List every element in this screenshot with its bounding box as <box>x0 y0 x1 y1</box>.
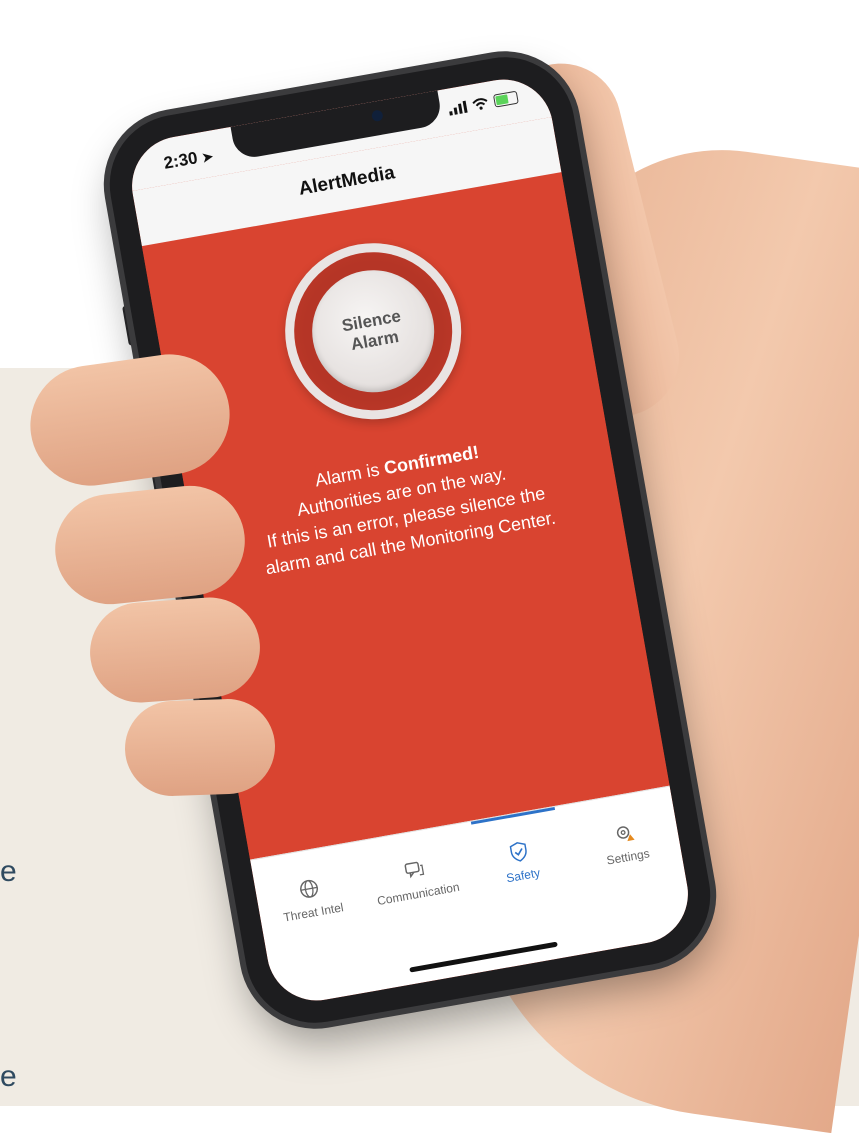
tab-label: Safety <box>505 865 542 886</box>
silence-alarm-button[interactable]: Silence Alarm <box>302 260 444 402</box>
status-time: 2:30 ➤ <box>162 148 215 173</box>
silence-alarm-label: Silence Alarm <box>340 305 403 355</box>
alarm-ring-inner: Silence Alarm <box>281 239 465 423</box>
edge-text-fragment: e <box>0 1060 17 1093</box>
tab-threat-intel[interactable]: Threat Intel <box>251 848 370 949</box>
hand-finger <box>123 697 277 798</box>
gear-warning-icon <box>616 826 635 842</box>
tab-settings[interactable]: Settings <box>566 793 685 894</box>
tab-label: Settings <box>605 846 651 868</box>
signal-icon <box>448 100 468 116</box>
alarm-ring: Silence Alarm <box>271 229 476 434</box>
chat-icon <box>404 861 424 879</box>
front-camera <box>370 109 384 123</box>
wifi-icon <box>472 97 488 110</box>
shield-check-icon <box>509 842 528 862</box>
nav-title: AlertMedia <box>297 162 397 200</box>
battery-charging-icon <box>492 90 519 108</box>
status-icons <box>448 90 519 116</box>
edge-text-fragment: e <box>0 855 17 888</box>
tab-safety[interactable]: Safety <box>461 811 580 912</box>
tab-label: Threat Intel <box>282 900 345 925</box>
tab-label: Communication <box>376 879 461 909</box>
tab-communication[interactable]: Communication <box>356 830 475 931</box>
globe-icon <box>300 879 319 898</box>
hand-finger <box>86 594 264 706</box>
alarm-message: Alarm is Confirmed! Authorities are on t… <box>205 420 603 590</box>
location-arrow-icon: ➤ <box>200 148 215 166</box>
